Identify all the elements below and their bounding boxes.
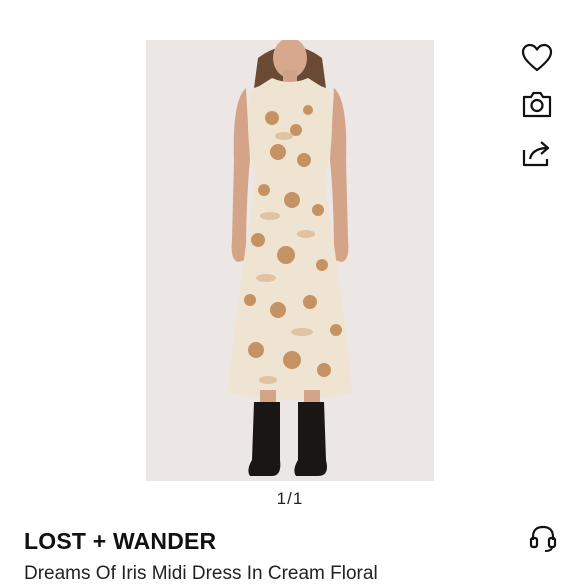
photo-search-button[interactable]	[519, 86, 555, 122]
share-icon	[522, 141, 550, 167]
product-title: Dreams Of Iris Midi Dress In Cream Flora…	[24, 563, 378, 584]
image-counter: 1/1	[276, 489, 304, 508]
share-button[interactable]	[519, 135, 555, 171]
dress-photo	[228, 40, 352, 476]
brand-name[interactable]: LOST + WANDER	[24, 528, 216, 555]
camera-icon	[522, 91, 552, 118]
headset-icon	[529, 525, 557, 552]
heart-icon	[521, 43, 553, 72]
product-image[interactable]	[146, 40, 434, 481]
support-button[interactable]	[526, 522, 560, 556]
like-button[interactable]	[519, 40, 555, 76]
